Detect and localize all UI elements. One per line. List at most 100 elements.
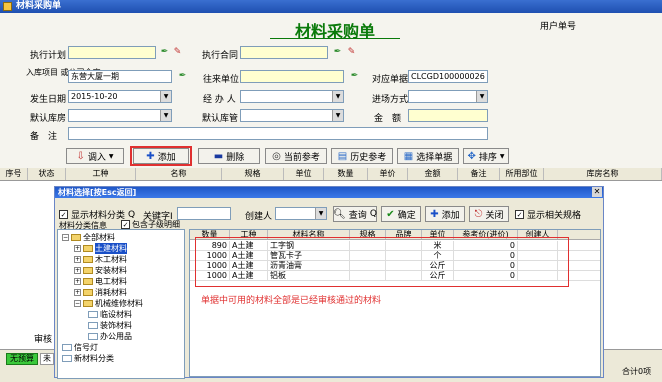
contract-label: 执行合同 [202,51,239,61]
tree-item[interactable]: + 安装材料 [74,265,127,275]
tree-label: 新材料分类 [74,353,114,363]
include-sub-checkbox[interactable]: ✓ [121,220,130,229]
approved-note: 单据中可用的材料全部是已经审核通过的材料 [201,296,382,306]
tree-subitem[interactable]: 装饰材料 [88,320,132,330]
column-header[interactable]: 单价 [368,168,408,180]
show-spec-checkbox[interactable]: ✓ [515,210,524,219]
tree-root[interactable]: − 全部材料 [62,232,115,242]
collapse-icon[interactable]: − [62,233,69,241]
material-select-dialog: 材料选择[按Esc返回] ✕ ✓ 显示材料分类 Q 关键字I 创建人 ▼ 🔍︎ 查询 Q… [54,186,604,379]
add-button[interactable]: ✚ 添加 [133,148,189,164]
import-button[interactable]: ⇩ 调入 ▼ [66,148,124,164]
doc-no-field[interactable]: CLCGD100000026 [408,70,488,83]
handler-select[interactable]: ▼ [240,90,344,103]
current-ref-button[interactable]: ◎ 当前参考 [265,148,327,164]
tree-item[interactable]: + 土建材料 [74,242,127,254]
amount-field[interactable] [408,109,488,122]
chevron-down-icon: ▼ [332,91,343,102]
dialog-title: 材料选择[按Esc返回] [58,188,137,197]
keeper-select[interactable]: ▼ [240,109,344,122]
chevron-down-icon: ▼ [499,152,505,160]
tree-item[interactable]: − 机械维修材料 [74,298,143,308]
contract-clear-icon[interactable]: ✎ [346,47,357,58]
remark-field[interactable] [68,127,488,140]
window-title: 材料采购单 [16,1,62,11]
expand-icon[interactable]: + [74,266,81,274]
file-icon [88,321,98,329]
expand-icon[interactable]: + [74,255,81,263]
delete-button[interactable]: ▬ 删除 [198,148,260,164]
tree-item[interactable]: + 木工材料 [74,254,127,264]
tree-label: 电工材料 [95,276,127,286]
contract-field[interactable] [240,46,328,59]
folder-icon [83,255,93,263]
tree-label: 消耗材料 [95,287,127,297]
tree-label: 机械维修材料 [95,298,143,308]
tree-extra-item[interactable]: 信号灯 [62,342,98,352]
plan-label: 执行计划 [30,51,67,61]
select-doc-button[interactable]: ▦ 选择单据 [397,148,459,164]
creator-select[interactable]: ▼ [275,207,327,220]
tree-extra-item[interactable]: 新材料分类 [62,353,114,363]
sort-button[interactable]: ✥ 排序 ▼ [463,148,509,164]
user-no-label: 用户单号 [540,22,577,32]
keeper-label: 默认库管 [202,114,239,124]
window-title-bar: 材料采购单 [0,0,662,13]
column-header[interactable]: 备注 [458,168,500,180]
column-header[interactable]: 单位 [284,168,324,180]
method-select[interactable]: ▼ [408,90,488,103]
column-header[interactable]: 序号 [0,168,28,180]
show-category-checkbox[interactable]: ✓ [59,210,68,219]
keyword-input[interactable] [177,207,231,220]
sort-icon: ✥ [467,150,476,162]
amount-label: 金 额 [374,114,402,124]
expand-icon[interactable]: − [74,299,81,307]
dialog-title-bar: 材料选择[按Esc返回] ✕ [55,187,603,198]
dialog-close-button[interactable]: ⎋ 关闭 [469,206,509,222]
supplier-label: 往来单位 [203,75,240,85]
confirm-button[interactable]: ✔ 确定 [381,206,421,222]
plan-lookup-icon[interactable]: ✒ [159,47,170,58]
folder-icon [83,288,93,296]
warehouse-select[interactable]: ▼ [68,109,172,122]
column-header[interactable]: 库房名称 [544,168,662,180]
column-header[interactable]: 状态 [28,168,66,180]
project-field[interactable]: 东营大厦一期 [68,70,172,83]
column-header[interactable]: 所用部位 [500,168,544,180]
tree-item[interactable]: + 消耗材料 [74,287,127,297]
project-lookup-icon[interactable]: ✒ [177,71,188,82]
supplier-field[interactable] [240,70,344,83]
file-icon [62,343,72,351]
tree-item[interactable]: + 电工材料 [74,276,127,286]
main-grid-header: 序号 状态 工种 名称 规格 单位 数量 单价 金额 备注 所用部位 库房名称 [0,168,662,181]
tree-subitem[interactable]: 办公用品 [88,331,132,341]
expand-icon[interactable]: + [74,277,81,285]
category-tree: − 全部材料 + 土建材料 + 木工材料 + 安装材料 + 电工材料 + 消耗材料 − 机械维修材料 临设材… [57,229,185,379]
query-button[interactable]: 🔍︎ 查询 Q [333,206,377,222]
column-header[interactable]: 金额 [408,168,458,180]
app-icon [3,2,12,11]
contract-lookup-icon[interactable]: ✒ [332,47,343,58]
column-header[interactable]: 工种 [66,168,136,180]
dialog-add-button[interactable]: ✚ 添加 [425,206,465,222]
date-select[interactable]: 2015-10-20 ▼ [68,90,172,103]
chevron-down-icon: ▼ [160,110,171,121]
expand-icon[interactable]: + [74,288,81,296]
plan-clear-icon[interactable]: ✎ [172,47,183,58]
expand-icon[interactable]: + [74,244,81,252]
file-icon [62,354,72,362]
column-header[interactable]: 规格 [222,168,284,180]
close-icon[interactable]: ✕ [592,187,602,197]
show-spec-toggle[interactable]: ✓ 显示相关规格 [515,208,581,221]
tree-label: 信号灯 [74,342,98,352]
tree-subitem[interactable]: 临设材料 [88,309,132,319]
column-header[interactable]: 名称 [136,168,222,180]
column-header[interactable]: 数量 [324,168,368,180]
history-ref-button[interactable]: ▤ 历史参考 [331,148,393,164]
exit-icon: ⎋ [474,208,483,220]
supplier-lookup-icon[interactable]: ✒ [349,71,360,82]
plan-field[interactable] [68,46,156,59]
tree-label: 全部材料 [83,232,115,242]
method-label: 进场方式 [372,95,409,105]
plus-icon: ✚ [146,150,155,162]
